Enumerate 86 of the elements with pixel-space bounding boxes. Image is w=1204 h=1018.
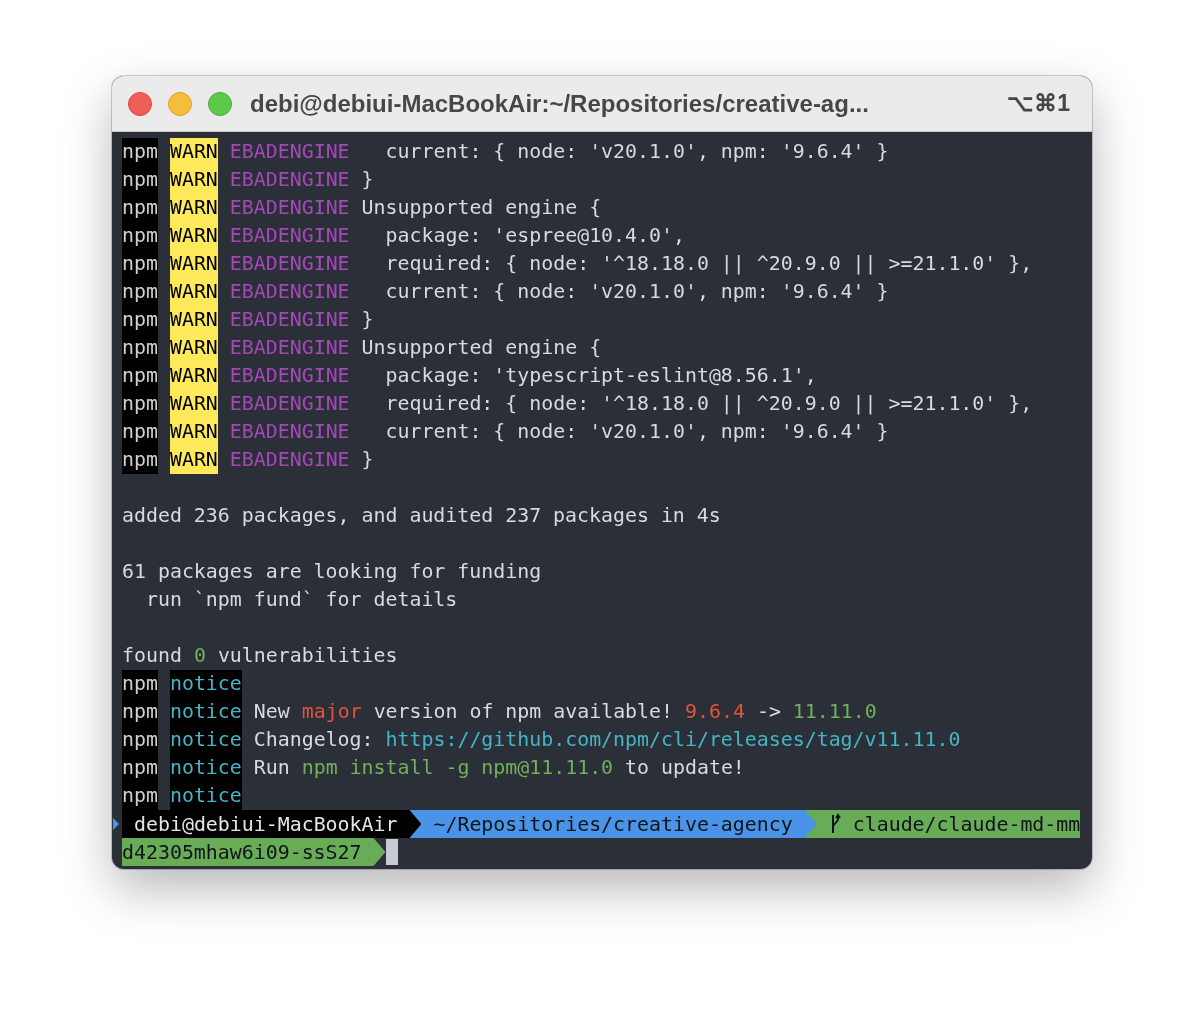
warn-label: WARN xyxy=(169,138,218,166)
log-prefix: npm xyxy=(122,446,158,474)
notice-label: notice xyxy=(169,782,242,810)
log-prefix: npm xyxy=(122,194,158,222)
terminal-text: New xyxy=(253,699,290,725)
error-code: EBADENGINE xyxy=(229,363,350,389)
terminal-text: version of npm available! xyxy=(373,699,673,725)
warn-label: WARN xyxy=(169,446,218,474)
log-prefix: npm xyxy=(122,250,158,278)
highlighted-text: 11.11.0 xyxy=(792,699,877,725)
error-code: EBADENGINE xyxy=(229,195,350,221)
log-prefix: npm xyxy=(122,278,158,306)
error-code: EBADENGINE xyxy=(229,167,350,193)
text-cursor xyxy=(385,839,398,865)
log-prefix: npm xyxy=(122,222,158,250)
log-prefix: npm xyxy=(122,334,158,362)
log-prefix: npm xyxy=(122,782,158,810)
highlighted-text: 0 xyxy=(193,643,206,669)
warn-label: WARN xyxy=(169,306,218,334)
notice-label: notice xyxy=(169,670,242,698)
link[interactable]: https://github.com/npm/cli/releases/tag/v11.11.0 xyxy=(385,726,961,754)
warn-label: WARN xyxy=(169,222,218,250)
error-code: EBADENGINE xyxy=(229,279,350,305)
warn-label: WARN xyxy=(169,250,218,278)
prompt-branch: d42305mhaw6i09-ssS27 xyxy=(122,838,386,866)
log-prefix: npm xyxy=(122,698,158,726)
error-code: EBADENGINE xyxy=(229,223,350,249)
error-code: EBADENGINE xyxy=(229,139,350,165)
terminal-text: Run xyxy=(253,755,290,781)
terminal-text: to update! xyxy=(625,755,745,781)
keyboard-shortcut: ⌥⌘1 xyxy=(1007,90,1070,117)
terminal-text: current: { node: 'v20.1.0', npm: '9.6.4' } xyxy=(384,139,889,165)
error-code: EBADENGINE xyxy=(229,307,350,333)
log-prefix: npm xyxy=(122,138,158,166)
notice-label: notice xyxy=(169,754,242,782)
error-code: EBADENGINE xyxy=(229,419,350,445)
terminal-text: current: { node: 'v20.1.0', npm: '9.6.4' } xyxy=(384,419,889,445)
terminal-text: package: 'espree@10.4.0', xyxy=(384,223,685,249)
warn-label: WARN xyxy=(169,362,218,390)
terminal-text: -> xyxy=(756,699,781,725)
log-prefix: npm xyxy=(122,670,158,698)
close-button[interactable] xyxy=(128,91,152,116)
terminal-text: required: { node: '^18.18.0 || ^20.9.0 || >=21.1.0' }, xyxy=(384,391,1033,417)
prompt-user: debi@debiui-MacBookAir xyxy=(122,810,422,838)
terminal-text: required: { node: '^18.18.0 || ^20.9.0 || >=21.1.0' }, xyxy=(384,251,1033,277)
highlighted-text: major xyxy=(301,699,362,725)
error-code: EBADENGINE xyxy=(229,251,350,277)
highlighted-text: npm install -g npm@11.11.0 xyxy=(301,755,614,781)
prompt-marker-icon xyxy=(113,818,119,830)
minimize-button[interactable] xyxy=(168,91,192,116)
warn-label: WARN xyxy=(169,166,218,194)
terminal-text: 61 packages are looking for funding xyxy=(122,559,542,585)
log-prefix: npm xyxy=(122,362,158,390)
terminal-text: } xyxy=(361,167,374,193)
zoom-button[interactable] xyxy=(208,91,232,116)
terminal-text: current: { node: 'v20.1.0', npm: '9.6.4' } xyxy=(384,279,889,305)
log-prefix: npm xyxy=(122,390,158,418)
error-code: EBADENGINE xyxy=(229,335,350,361)
prompt-path: ~/Repositories/creative-agency xyxy=(409,810,817,838)
terminal-text: package: 'typescript-eslint@8.56.1', xyxy=(384,363,817,389)
prompt-branch: claude/claude-md-mm xyxy=(804,810,1081,838)
log-prefix: npm xyxy=(122,754,158,782)
terminal-text: vulnerabilities xyxy=(217,643,398,669)
terminal-text: Unsupported engine { xyxy=(361,335,602,361)
warn-label: WARN xyxy=(169,418,218,446)
highlighted-text: 9.6.4 xyxy=(685,699,745,725)
window-title: debi@debiui-MacBookAir:~/Repositories/creative-ag... xyxy=(250,89,870,118)
warn-label: WARN xyxy=(169,390,218,418)
terminal-text: } xyxy=(361,307,374,333)
error-code: EBADENGINE xyxy=(229,447,350,473)
terminal-text: Unsupported engine { xyxy=(361,195,602,221)
error-code: EBADENGINE xyxy=(229,391,350,417)
notice-label: notice xyxy=(169,726,242,754)
terminal-text: Changelog: xyxy=(253,727,374,753)
log-prefix: npm xyxy=(122,166,158,194)
warn-label: WARN xyxy=(169,334,218,362)
log-prefix: npm xyxy=(122,306,158,334)
terminal-text: run `npm fund` for details xyxy=(144,587,458,613)
warn-label: WARN xyxy=(169,194,218,222)
terminal-text: } xyxy=(361,447,374,473)
terminal-text: added 236 packages, and audited 237 packages in 4s xyxy=(122,503,721,529)
log-prefix: npm xyxy=(122,726,158,754)
terminal-text: found xyxy=(122,643,182,669)
log-prefix: npm xyxy=(122,418,158,446)
notice-label: notice xyxy=(169,698,242,726)
warn-label: WARN xyxy=(169,278,218,306)
